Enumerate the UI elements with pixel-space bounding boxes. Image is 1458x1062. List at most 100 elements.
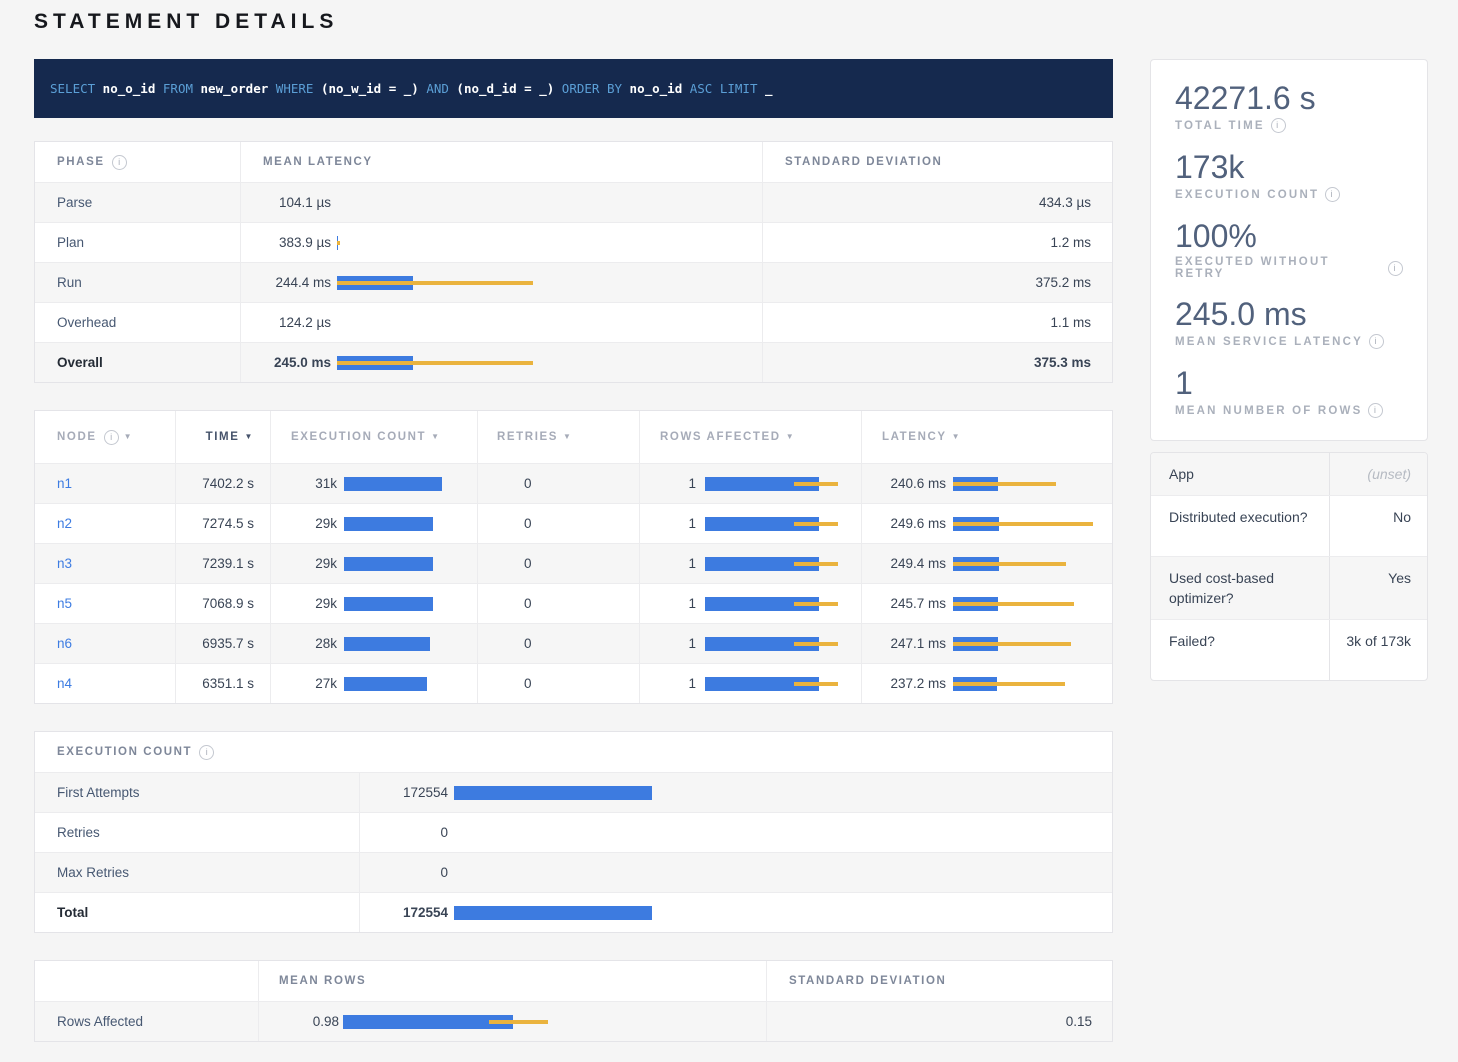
stat-label: TOTAL TIME xyxy=(1175,120,1265,132)
mean-rows-value: 0.98 xyxy=(279,1014,339,1029)
exec-row-value: 172554 xyxy=(368,785,448,800)
info-icon[interactable]: i xyxy=(104,430,119,445)
table-row: Overhead 124.2 µs 1.1 ms xyxy=(35,302,1112,342)
table-row-total: Total 172554 xyxy=(35,892,1112,932)
node-rows-affected: 1 xyxy=(648,596,696,611)
node-rows-affected: 1 xyxy=(648,516,696,531)
phase-column-label: PHASE xyxy=(57,156,105,168)
exec-row-label: Retries xyxy=(57,825,100,840)
table-row: n6 6935.7 s 28k 0 1 247.1 ms xyxy=(35,623,1112,663)
latency-bar xyxy=(337,316,754,330)
node-rows-affected: 1 xyxy=(648,556,696,571)
std-dev-column-label: STANDARD DEVIATION xyxy=(789,975,946,987)
stat-mean-service-latency: 245.0 ms MEAN SERVICE LATENCYi xyxy=(1175,296,1403,349)
node-latency-bar xyxy=(953,557,1102,571)
mean-latency-value: 104.1 µs xyxy=(263,195,331,210)
node-retries: 0 xyxy=(524,636,532,651)
node-stats-table: NODE i ▼ TIME ▼ EXECUTION COUNT ▼ RETRIE… xyxy=(34,410,1113,704)
node-link[interactable]: n1 xyxy=(57,476,72,491)
sort-desc-icon[interactable]: ▼ xyxy=(952,432,962,441)
rows-affected-header: MEAN ROWS STANDARD DEVIATION xyxy=(35,961,1112,1001)
latency-bar xyxy=(337,356,754,370)
phase-table-header: PHASE i MEAN LATENCY STANDARD DEVIATION xyxy=(35,142,1112,182)
info-icon[interactable]: i xyxy=(1369,334,1384,349)
property-value: Yes xyxy=(1329,557,1427,619)
info-icon[interactable]: i xyxy=(1368,403,1383,418)
table-row: n5 7068.9 s 29k 0 1 245.7 ms xyxy=(35,583,1112,623)
table-row: n3 7239.1 s 29k 0 1 249.4 ms xyxy=(35,543,1112,583)
sort-desc-icon[interactable]: ▼ xyxy=(124,432,134,441)
latency-bar xyxy=(337,276,754,290)
node-rows-affected: 1 xyxy=(648,476,696,491)
property-row-app: App (unset) xyxy=(1151,453,1427,495)
exec-count-bar xyxy=(344,677,469,691)
stat-mean-number-of-rows: 1 MEAN NUMBER OF ROWSi xyxy=(1175,365,1403,418)
node-retries: 0 xyxy=(524,476,532,491)
sort-desc-icon[interactable]: ▼ xyxy=(244,432,254,441)
mean-rows-column-label: MEAN ROWS xyxy=(279,975,366,987)
node-exec-count: 29k xyxy=(291,516,337,531)
phase-label: Parse xyxy=(57,195,92,210)
node-latency: 245.7 ms xyxy=(881,596,946,611)
phase-header-cell: PHASE i xyxy=(35,142,241,182)
exec-count-bar xyxy=(344,637,469,651)
property-label: Used cost-based optimizer? xyxy=(1151,557,1329,619)
table-row: Max Retries 0 xyxy=(35,852,1112,892)
exec-row-value: 0 xyxy=(368,865,448,880)
rows-affected-table: MEAN ROWS STANDARD DEVIATION Rows Affect… xyxy=(34,960,1113,1042)
latency-column-sort[interactable]: LATENCY xyxy=(882,431,947,443)
std-dev-value: 434.3 µs xyxy=(1039,195,1091,210)
retries-column-sort[interactable]: RETRIES xyxy=(497,431,558,443)
exec-count-bar xyxy=(344,557,469,571)
node-exec-count: 28k xyxy=(291,636,337,651)
node-latency-bar xyxy=(953,477,1102,491)
node-rows-affected: 1 xyxy=(648,636,696,651)
node-latency-bar xyxy=(953,517,1102,531)
node-latency: 249.6 ms xyxy=(881,516,946,531)
statement-details-page: STATEMENT DETAILS SELECT no_o_id FROM ne… xyxy=(0,0,1458,1062)
node-time: 7068.9 s xyxy=(202,596,254,611)
sort-desc-icon[interactable]: ▼ xyxy=(786,432,796,441)
table-row: n1 7402.2 s 31k 0 1 240.6 ms xyxy=(35,463,1112,503)
info-icon[interactable]: i xyxy=(1388,261,1403,276)
exec-count-bar xyxy=(344,477,469,491)
node-link[interactable]: n5 xyxy=(57,596,72,611)
std-dev-value: 0.15 xyxy=(1066,1014,1092,1029)
node-link[interactable]: n2 xyxy=(57,516,72,531)
info-icon[interactable]: i xyxy=(199,745,214,760)
table-row: Rows Affected 0.98 0.15 xyxy=(35,1001,1112,1041)
node-link[interactable]: n6 xyxy=(57,636,72,651)
node-exec-count: 29k xyxy=(291,596,337,611)
std-dev-value: 1.2 ms xyxy=(1050,235,1091,250)
node-retries: 0 xyxy=(524,676,532,691)
phase-label: Overhead xyxy=(57,315,116,330)
node-link[interactable]: n3 xyxy=(57,556,72,571)
stat-executed-without-retry: 100% EXECUTED WITHOUT RETRYi xyxy=(1175,218,1403,280)
std-dev-value: 375.3 ms xyxy=(1034,355,1091,370)
node-link[interactable]: n4 xyxy=(57,676,72,691)
std-dev-header-cell: STANDARD DEVIATION xyxy=(762,142,1112,182)
info-icon[interactable]: i xyxy=(112,155,127,170)
stat-value: 1 xyxy=(1175,365,1403,402)
node-column-sort[interactable]: NODE xyxy=(57,431,97,443)
info-icon[interactable]: i xyxy=(1271,118,1286,133)
node-time: 7402.2 s xyxy=(202,476,254,491)
node-table-header: NODE i ▼ TIME ▼ EXECUTION COUNT ▼ RETRIE… xyxy=(35,411,1112,463)
rows-affected-column-sort[interactable]: ROWS AFFECTED xyxy=(660,431,781,443)
execution-count-column-sort[interactable]: EXECUTION COUNT xyxy=(291,431,426,443)
table-row: Retries 0 xyxy=(35,812,1112,852)
sort-desc-icon[interactable]: ▼ xyxy=(563,432,573,441)
node-time: 6351.1 s xyxy=(202,676,254,691)
stat-label: EXECUTION COUNT xyxy=(1175,189,1319,201)
property-label: App xyxy=(1151,453,1329,495)
node-latency-bar xyxy=(953,637,1102,651)
exec-row-label: Max Retries xyxy=(57,865,129,880)
time-column-sort[interactable]: TIME xyxy=(206,431,240,443)
node-rows-affected: 1 xyxy=(648,676,696,691)
exec-count-bar xyxy=(454,786,1102,800)
sort-desc-icon[interactable]: ▼ xyxy=(431,432,441,441)
info-icon[interactable]: i xyxy=(1325,187,1340,202)
rows-affected-bar xyxy=(705,477,853,491)
property-value: No xyxy=(1329,496,1427,556)
table-row: Run 244.4 ms 375.2 ms xyxy=(35,262,1112,302)
